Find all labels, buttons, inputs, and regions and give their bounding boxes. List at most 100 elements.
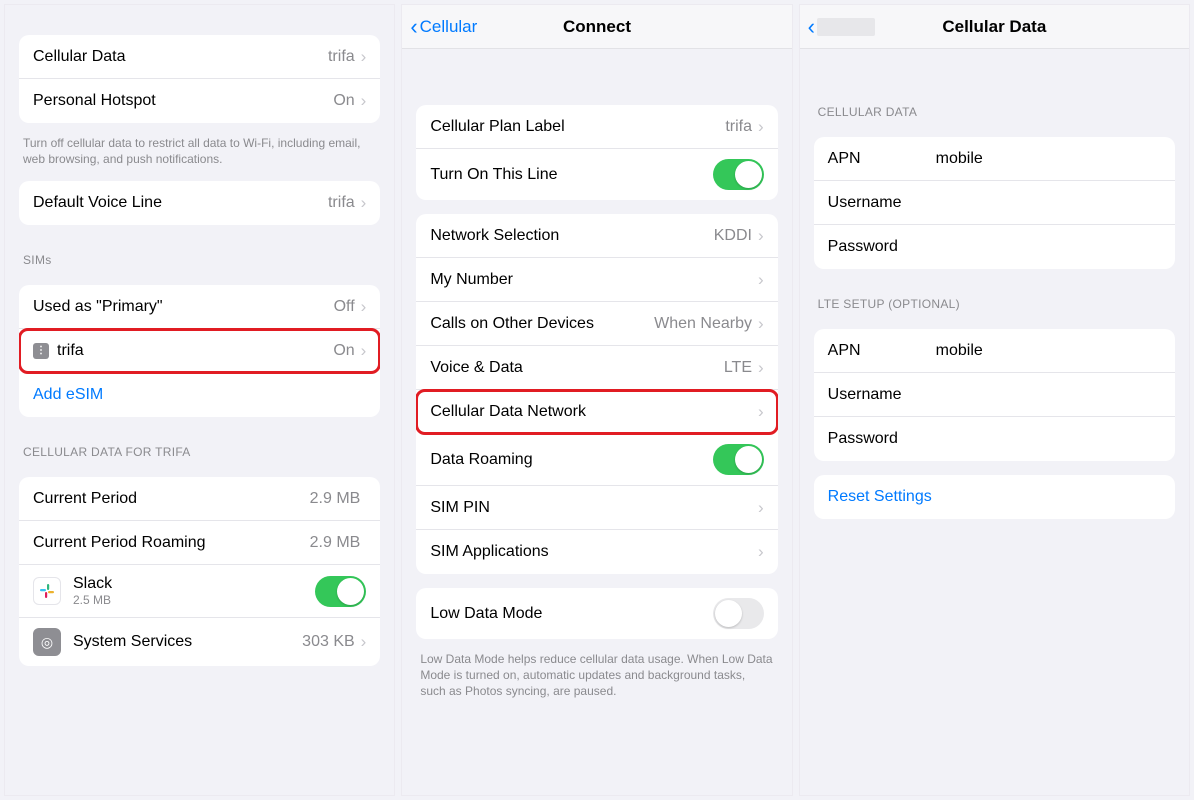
- header-usage: CELLULAR DATA FOR TRIFA: [5, 423, 394, 463]
- app-name: Slack: [73, 575, 315, 593]
- value: trifa: [725, 118, 752, 136]
- label: Used as "Primary": [33, 298, 334, 316]
- toggle-line[interactable]: [713, 159, 764, 190]
- chevron-left-icon: ‹: [410, 17, 417, 37]
- field-label: APN: [828, 342, 912, 360]
- back-label: Cellular: [420, 17, 478, 37]
- row-default-voice-line[interactable]: Default Voice Line trifa ›: [19, 181, 380, 225]
- value: trifa: [328, 48, 355, 66]
- chevron-right-icon: ›: [758, 226, 764, 246]
- sim-icon: ⋮: [33, 343, 49, 359]
- label: Cellular Data Network: [430, 403, 758, 421]
- group-usage: Current Period 2.9 MB Current Period Roa…: [19, 477, 380, 666]
- row-sim-trifa[interactable]: ⋮ trifa On ›: [19, 329, 380, 373]
- label: Cellular Data: [33, 48, 328, 66]
- group-apn-cellular: APN mobile Username Password: [814, 137, 1175, 269]
- header-cellular-data: CELLULAR DATA: [800, 49, 1189, 123]
- value: On: [333, 342, 354, 360]
- group-cellular-main: Cellular Data trifa › Personal Hotspot O…: [19, 35, 380, 123]
- field-value: mobile: [912, 342, 983, 360]
- label: trifa: [57, 342, 333, 360]
- row-app-slack[interactable]: Slack 2.5 MB: [19, 565, 380, 618]
- label: Cellular Plan Label: [430, 118, 725, 136]
- footer-cellular-note: Turn off cellular data to restrict all d…: [5, 129, 394, 167]
- row-plan-label[interactable]: Cellular Plan Label trifa ›: [416, 105, 777, 149]
- row-cellular-data-network[interactable]: Cellular Data Network ›: [416, 390, 777, 434]
- chevron-right-icon: ›: [758, 542, 764, 562]
- row-apn[interactable]: APN mobile: [814, 137, 1175, 181]
- app-usage: 2.5 MB: [73, 593, 315, 607]
- row-system-services[interactable]: ◎ System Services 303 KB ›: [19, 618, 380, 666]
- row-sim-applications[interactable]: SIM Applications ›: [416, 530, 777, 574]
- row-low-data-mode[interactable]: Low Data Mode: [416, 588, 777, 639]
- label: Current Period: [33, 490, 310, 508]
- field-label: APN: [828, 150, 912, 168]
- label: Voice & Data: [430, 359, 724, 377]
- group-plan: Cellular Plan Label trifa › Turn On This…: [416, 105, 777, 200]
- value: trifa: [328, 194, 355, 212]
- row-password[interactable]: Password: [814, 225, 1175, 269]
- label: Low Data Mode: [430, 605, 712, 623]
- group-sims: Used as "Primary" Off › ⋮ trifa On › Add…: [19, 285, 380, 417]
- value: On: [333, 92, 354, 110]
- label: Turn On This Line: [430, 166, 712, 184]
- row-sim-pin[interactable]: SIM PIN ›: [416, 486, 777, 530]
- label: SIM PIN: [430, 499, 758, 517]
- back-button[interactable]: ‹: [808, 17, 875, 37]
- nav-bar: ‹ Cellular Data: [800, 5, 1189, 49]
- row-cellular-data[interactable]: Cellular Data trifa ›: [19, 35, 380, 79]
- chevron-right-icon: ›: [758, 402, 764, 422]
- label: Data Roaming: [430, 451, 712, 469]
- chevron-right-icon: ›: [361, 341, 367, 361]
- phone-connect: ‹ Cellular Connect Cellular Plan Label t…: [401, 4, 792, 796]
- chevron-right-icon: ›: [361, 193, 367, 213]
- label: Calls on Other Devices: [430, 315, 654, 333]
- row-voice-data[interactable]: Voice & Data LTE ›: [416, 346, 777, 390]
- chevron-right-icon: ›: [758, 314, 764, 334]
- row-data-roaming[interactable]: Data Roaming: [416, 434, 777, 486]
- row-calls-other-devices[interactable]: Calls on Other Devices When Nearby ›: [416, 302, 777, 346]
- nav-bar: ‹ Cellular Connect: [402, 5, 791, 49]
- label: System Services: [73, 633, 302, 651]
- row-username[interactable]: Username: [814, 373, 1175, 417]
- chevron-left-icon: ‹: [808, 17, 815, 37]
- value: LTE: [724, 359, 752, 377]
- page-title: Connect: [563, 17, 631, 37]
- toggle-roaming[interactable]: [713, 444, 764, 475]
- label: Slack 2.5 MB: [73, 575, 315, 607]
- group-default-voice: Default Voice Line trifa ›: [19, 181, 380, 225]
- toggle-slack[interactable]: [315, 576, 366, 607]
- header-lte-setup: LTE SETUP (OPTIONAL): [800, 275, 1189, 315]
- row-personal-hotspot[interactable]: Personal Hotspot On ›: [19, 79, 380, 123]
- group-network: Network Selection KDDI › My Number › Cal…: [416, 214, 777, 574]
- slack-glyph: [38, 582, 56, 600]
- field-label: Username: [828, 386, 912, 404]
- value: 2.9 MB: [310, 490, 361, 508]
- slack-icon: [33, 577, 61, 605]
- group-low-data: Low Data Mode: [416, 588, 777, 639]
- row-username[interactable]: Username: [814, 181, 1175, 225]
- row-turn-on-line[interactable]: Turn On This Line: [416, 149, 777, 200]
- row-apn[interactable]: APN mobile: [814, 329, 1175, 373]
- footer-low-data: Low Data Mode helps reduce cellular data…: [402, 645, 791, 700]
- gear-icon: ◎: [33, 628, 61, 656]
- label: Reset Settings: [828, 488, 1161, 506]
- field-label: Username: [828, 194, 912, 212]
- row-my-number[interactable]: My Number ›: [416, 258, 777, 302]
- label: Current Period Roaming: [33, 534, 310, 552]
- row-network-selection[interactable]: Network Selection KDDI ›: [416, 214, 777, 258]
- back-button[interactable]: ‹ Cellular: [410, 17, 477, 37]
- row-password[interactable]: Password: [814, 417, 1175, 461]
- row-reset-settings[interactable]: Reset Settings: [814, 475, 1175, 519]
- toggle-low-data[interactable]: [713, 598, 764, 629]
- label: Add eSIM: [33, 386, 366, 404]
- label: Personal Hotspot: [33, 92, 333, 110]
- header-sims: SIMs: [5, 231, 394, 271]
- chevron-right-icon: ›: [361, 47, 367, 67]
- group-apn-lte: APN mobile Username Password: [814, 329, 1175, 461]
- row-add-esim[interactable]: Add eSIM: [19, 373, 380, 417]
- row-used-primary[interactable]: Used as "Primary" Off ›: [19, 285, 380, 329]
- chevron-right-icon: ›: [758, 117, 764, 137]
- chevron-right-icon: ›: [361, 91, 367, 111]
- phone-cellular-settings: Cellular Data trifa › Personal Hotspot O…: [4, 4, 395, 796]
